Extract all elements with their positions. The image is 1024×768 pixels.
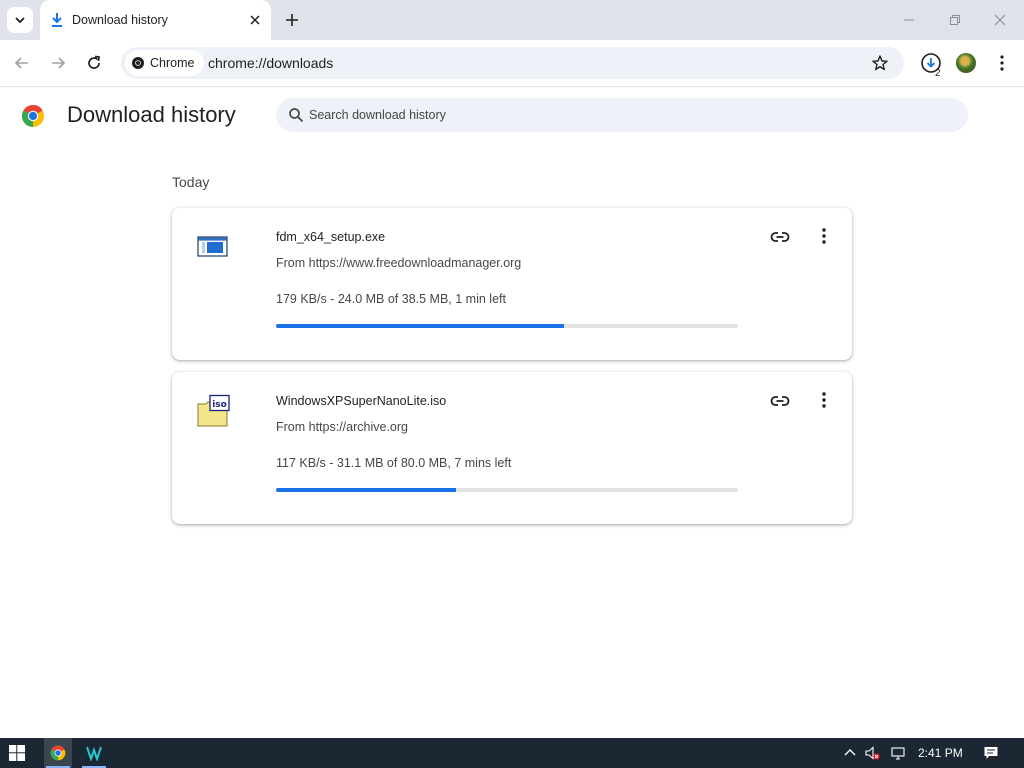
page-title: Download history	[67, 102, 236, 127]
network-icon[interactable]	[890, 745, 906, 761]
copy-link-icon[interactable]	[769, 226, 791, 248]
close-tab-icon[interactable]	[247, 12, 263, 28]
search-box[interactable]	[276, 98, 968, 132]
more-actions-icon[interactable]	[815, 226, 833, 248]
show-hidden-icons-icon[interactable]	[842, 745, 858, 761]
back-icon[interactable]	[13, 54, 31, 72]
site-info-chip[interactable]: Chrome	[125, 50, 205, 76]
taskbar-app[interactable]	[80, 738, 108, 768]
taskbar-chrome[interactable]	[44, 738, 72, 768]
search-input[interactable]	[309, 98, 949, 132]
download-status: 179 KB/s - 24.0 MB of 38.5 MB, 1 min lef…	[276, 292, 506, 306]
windows-start-icon[interactable]	[9, 745, 25, 761]
tab-downloads[interactable]: Download history	[40, 0, 271, 40]
file-name[interactable]: fdm_x64_setup.exe	[276, 230, 385, 244]
volume-muted-icon[interactable]	[864, 745, 880, 761]
chrome-icon	[50, 745, 66, 761]
chevron-down-icon	[15, 17, 25, 24]
download-icon	[52, 13, 62, 27]
reload-icon[interactable]	[85, 54, 103, 72]
svg-text:iso: iso	[212, 400, 227, 410]
notifications-icon[interactable]	[983, 745, 999, 761]
forward-icon[interactable]	[49, 54, 67, 72]
download-progress	[276, 324, 738, 328]
tab-title: Download history	[72, 13, 168, 27]
file-source: From https://archive.org	[276, 420, 408, 434]
progress-fill	[276, 324, 564, 328]
copy-link-icon[interactable]	[769, 390, 791, 412]
bookmark-star-icon[interactable]	[871, 54, 889, 72]
profile-avatar[interactable]	[956, 53, 976, 73]
download-status: 117 KB/s - 31.1 MB of 80.0 MB, 7 mins le…	[276, 456, 512, 470]
file-name[interactable]: WindowsXPSuperNanoLite.iso	[276, 394, 446, 408]
clock[interactable]: 2:41 PM	[918, 746, 963, 760]
chip-label: Chrome	[150, 56, 195, 70]
address-bar[interactable]: Chrome chrome://downloads	[121, 47, 904, 79]
progress-fill	[276, 488, 456, 492]
date-section-label: Today	[172, 174, 210, 190]
minimize-icon[interactable]	[901, 12, 917, 28]
download-progress	[276, 488, 738, 492]
tab-strip: Download history	[0, 0, 1024, 40]
chrome-icon	[132, 57, 144, 69]
exe-file-icon	[197, 236, 228, 257]
downloads-count: 2	[935, 68, 941, 79]
download-item: iso WindowsXPSuperNanoLite.iso From http…	[172, 372, 852, 524]
chrome-logo-icon	[21, 104, 44, 127]
more-menu-icon[interactable]	[994, 54, 1010, 72]
more-actions-icon[interactable]	[815, 390, 833, 412]
restore-icon[interactable]	[947, 12, 963, 28]
app-icon	[86, 746, 102, 761]
close-window-icon[interactable]	[992, 12, 1008, 28]
new-tab-icon[interactable]	[283, 11, 301, 29]
file-source: From https://www.freedownloadmanager.org	[276, 256, 522, 270]
iso-file-icon: iso	[197, 394, 230, 427]
download-item: fdm_x64_setup.exe From https://www.freed…	[172, 208, 852, 360]
search-icon	[289, 108, 304, 123]
toolbar: Chrome chrome://downloads 2	[0, 40, 1024, 87]
taskbar: 2:41 PM	[0, 738, 1024, 768]
tab-search-button[interactable]	[7, 7, 33, 33]
url-text[interactable]: chrome://downloads	[208, 55, 333, 71]
